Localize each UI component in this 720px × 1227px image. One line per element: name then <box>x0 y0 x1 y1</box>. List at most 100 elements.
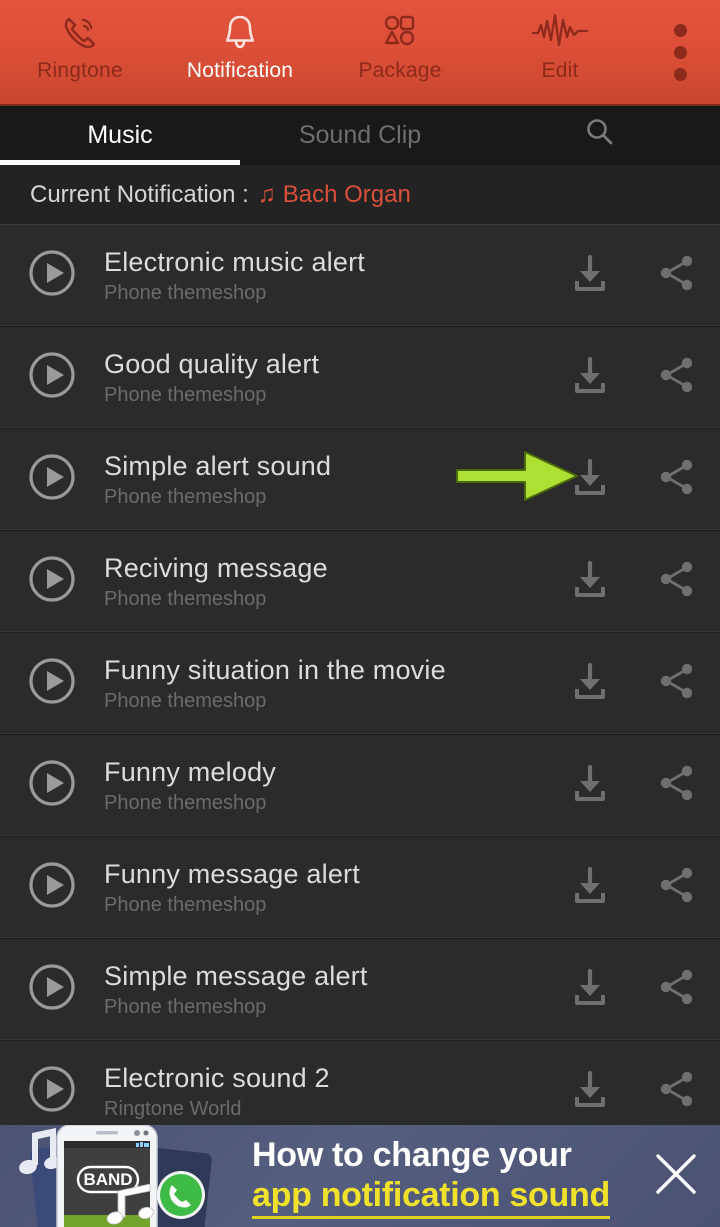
download-button[interactable] <box>546 353 633 402</box>
download-icon <box>568 863 612 912</box>
top-nav-item-ringtone[interactable]: Ringtone <box>0 0 160 104</box>
play-button[interactable] <box>0 1062 104 1121</box>
row-title: Simple message alert <box>104 960 368 991</box>
top-nav-label-edit: Edit <box>541 59 579 82</box>
download-icon <box>568 353 612 402</box>
play-circle-icon <box>25 1062 79 1121</box>
play-circle-icon <box>25 756 79 815</box>
share-button[interactable] <box>633 251 720 300</box>
share-icon <box>655 659 699 708</box>
download-button[interactable] <box>546 251 633 300</box>
download-icon <box>568 1067 612 1116</box>
row-text: Electronic music alert Phone themeshop <box>104 246 546 306</box>
top-nav-item-package[interactable]: Package <box>320 0 480 104</box>
row-title: Good quality alert <box>104 348 320 379</box>
bell-icon <box>217 9 263 57</box>
download-button[interactable] <box>546 557 633 606</box>
share-button[interactable] <box>633 761 720 810</box>
share-icon <box>655 863 699 912</box>
download-button[interactable] <box>546 761 633 810</box>
play-circle-icon <box>25 246 79 305</box>
table-row[interactable]: Simple alert sound Phone themeshop <box>0 429 720 531</box>
download-button[interactable] <box>546 1067 633 1116</box>
download-icon <box>568 455 612 504</box>
share-icon <box>655 761 699 810</box>
search-icon <box>583 116 617 155</box>
play-button[interactable] <box>0 450 104 509</box>
row-subtitle: Phone themeshop <box>104 893 267 916</box>
row-text: Reciving message Phone themeshop <box>104 552 546 612</box>
row-title: Simple alert sound <box>104 450 332 481</box>
banner-ad-subheadline: app notification sound <box>252 1175 610 1219</box>
table-row[interactable]: Electronic sound 2 Ringtone World <box>0 1041 720 1135</box>
share-button[interactable] <box>633 863 720 912</box>
tab-music-label: Music <box>87 121 153 149</box>
row-subtitle: Phone themeshop <box>104 995 267 1018</box>
overflow-dot <box>673 23 687 37</box>
table-row[interactable]: Good quality alert Phone themeshop <box>0 327 720 429</box>
music-note-icon: ♫ <box>257 180 276 208</box>
banner-ad[interactable]: facebook <box>0 1125 720 1227</box>
top-nav-item-notification[interactable]: Notification <box>160 0 320 104</box>
search-button[interactable] <box>480 106 720 165</box>
play-button[interactable] <box>0 858 104 917</box>
row-text: Simple message alert Phone themeshop <box>104 960 546 1020</box>
row-subtitle: Phone themeshop <box>104 791 267 814</box>
share-icon <box>655 1067 699 1116</box>
play-circle-icon <box>25 654 79 713</box>
row-text: Electronic sound 2 Ringtone World <box>104 1062 546 1122</box>
package-grid-icon <box>377 9 423 57</box>
share-icon <box>655 251 699 300</box>
share-icon <box>655 353 699 402</box>
play-button[interactable] <box>0 246 104 305</box>
download-button[interactable] <box>546 965 633 1014</box>
play-button[interactable] <box>0 552 104 611</box>
share-button[interactable] <box>633 455 720 504</box>
banner-ad-headline: How to change your <box>252 1136 572 1174</box>
top-nav-label-notification: Notification <box>186 59 294 82</box>
share-button[interactable] <box>633 557 720 606</box>
share-button[interactable] <box>633 1067 720 1116</box>
row-subtitle: Phone themeshop <box>104 587 267 610</box>
share-button[interactable] <box>633 353 720 402</box>
download-button[interactable] <box>546 659 633 708</box>
row-text: Funny message alert Phone themeshop <box>104 858 546 918</box>
table-row[interactable]: Simple message alert Phone themeshop <box>0 939 720 1041</box>
share-button[interactable] <box>633 659 720 708</box>
play-button[interactable] <box>0 654 104 713</box>
banner-ad-text: How to change your app notification soun… <box>252 1131 632 1223</box>
table-row[interactable]: Electronic music alert Phone themeshop <box>0 225 720 327</box>
download-icon <box>568 251 612 300</box>
table-row[interactable]: Funny message alert Phone themeshop <box>0 837 720 939</box>
row-subtitle: Ringtone World <box>104 1097 242 1120</box>
overflow-dot <box>673 45 687 59</box>
tab-sound-clip-label: Sound Clip <box>298 121 422 149</box>
row-title: Electronic sound 2 <box>104 1062 330 1093</box>
row-title: Reciving message <box>104 552 328 583</box>
play-button[interactable] <box>0 348 104 407</box>
download-button[interactable] <box>546 455 633 504</box>
row-text: Funny situation in the movie Phone themes… <box>104 654 546 714</box>
table-row[interactable]: Reciving message Phone themeshop <box>0 531 720 633</box>
top-nav-label-package: Package <box>358 59 442 82</box>
share-button[interactable] <box>633 965 720 1014</box>
sound-list[interactable]: Electronic music alert Phone themeshop Goo… <box>0 225 720 1135</box>
row-title: Funny situation in the movie <box>104 654 446 685</box>
play-circle-icon <box>25 858 79 917</box>
download-icon <box>568 761 612 810</box>
download-button[interactable] <box>546 863 633 912</box>
table-row[interactable]: Funny melody Phone themeshop <box>0 735 720 837</box>
banner-close-button[interactable] <box>640 1125 712 1227</box>
row-text: Good quality alert Phone themeshop <box>104 348 546 408</box>
overflow-menu-icon[interactable] <box>640 0 720 104</box>
play-button[interactable] <box>0 960 104 1019</box>
table-row[interactable]: Funny situation in the movie Phone themes… <box>0 633 720 735</box>
top-nav-item-edit[interactable]: Edit <box>480 0 640 104</box>
tab-sound-clip[interactable]: Sound Clip <box>240 106 480 165</box>
phone-ring-icon <box>57 9 103 57</box>
row-subtitle: Phone themeshop <box>104 383 267 406</box>
play-button[interactable] <box>0 756 104 815</box>
tab-music[interactable]: Music <box>0 106 240 165</box>
row-subtitle: Phone themeshop <box>104 485 267 508</box>
close-icon <box>651 1149 701 1204</box>
